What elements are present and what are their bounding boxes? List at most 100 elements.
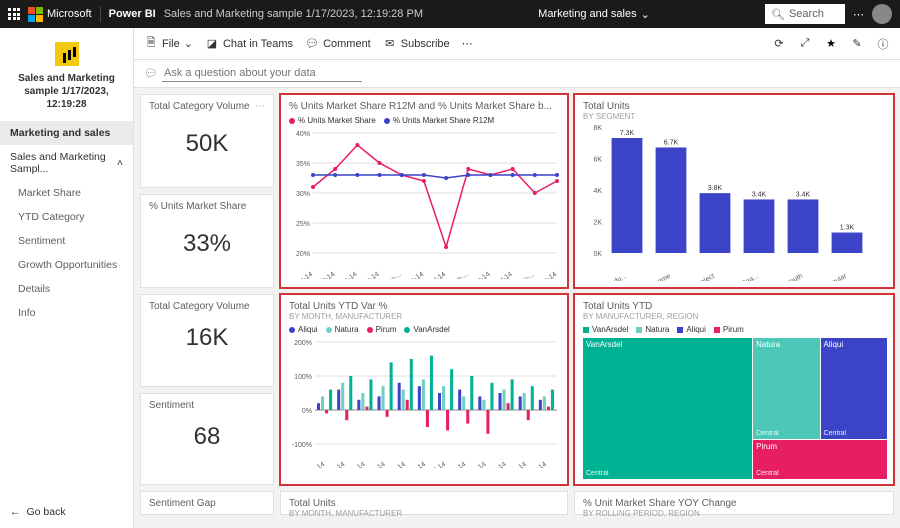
arrow-left-icon: ← — [10, 506, 21, 518]
chevron-up-icon: ˄ — [117, 157, 123, 169]
nav-item-ytd-category[interactable]: YTD Category — [0, 205, 133, 229]
svg-text:Dec-14: Dec-14 — [526, 461, 549, 468]
refresh-icon[interactable]: ⟳ — [772, 37, 786, 51]
svg-text:Feb-14: Feb-14 — [314, 271, 336, 279]
global-header: Microsoft Power BI Sales and Marketing s… — [0, 0, 900, 28]
subscribe-button[interactable]: ✉︎Subscribe — [383, 37, 450, 51]
nav-group[interactable]: Sales and Marketing Sampl... ˄ — [0, 145, 133, 181]
avatar[interactable] — [872, 4, 892, 24]
nav-item-market-share[interactable]: Market Share — [0, 181, 133, 205]
svg-text:Dec-14: Dec-14 — [536, 271, 559, 279]
kpi-value: 68 — [149, 411, 265, 461]
more-button[interactable]: ⋯ — [853, 8, 864, 21]
nav-item-growth[interactable]: Growth Opportunities — [0, 253, 133, 277]
qna-bar: 💬︎ — [134, 60, 900, 88]
workspace-name: Sales and Marketing sample 1/17/2023, 12… — [0, 72, 133, 121]
file-menu[interactable]: 🗎File⌄ — [144, 37, 193, 51]
tile-market-share-line[interactable]: % Units Market Share R12M and % Units Ma… — [280, 94, 568, 288]
comment-button[interactable]: 💬︎Comment — [305, 37, 371, 51]
go-back-button[interactable]: ← Go back — [0, 496, 133, 528]
svg-text:Apr-14: Apr-14 — [359, 271, 380, 279]
page-dropdown[interactable]: Marketing and sales ⌄ — [538, 8, 650, 21]
fullscreen-icon[interactable]: ⤢ — [798, 37, 812, 51]
tile-sentiment-gap[interactable]: Sentiment Gap — [140, 491, 274, 515]
nav-item-active[interactable]: Marketing and sales — [0, 121, 133, 145]
mail-icon: ✉︎ — [383, 37, 397, 51]
svg-text:200%: 200% — [294, 340, 312, 347]
svg-text:May-...: May-... — [381, 271, 403, 279]
svg-text:Jan-14: Jan-14 — [293, 271, 315, 279]
tile-more-icon[interactable]: ⋯ — [255, 101, 265, 112]
treemap-chart: VanArsdelCentral NaturaCentral AliquiCen… — [583, 338, 885, 478]
chat-teams-button[interactable]: ◪Chat in Teams — [205, 37, 293, 51]
bar-chart: 0K2K4K6K8K7.3KProdu...6.7KExtreme3.8KSel… — [583, 121, 873, 281]
comment-icon: 💬︎ — [305, 37, 319, 51]
tile-total-units-bar[interactable]: Total Units BY SEGMENT 0K2K4K6K8K7.3KPro… — [574, 94, 894, 288]
qna-input[interactable] — [162, 65, 362, 82]
svg-text:All Sea...: All Sea... — [732, 273, 760, 281]
nav-item-details[interactable]: Details — [0, 277, 133, 301]
svg-text:Sep-14: Sep-14 — [469, 271, 492, 279]
microsoft-logo: Microsoft — [28, 7, 92, 22]
main-area: 🗎File⌄ ◪Chat in Teams 💬︎Comment ✉︎Subscr… — [134, 28, 900, 528]
left-nav: Sales and Marketing sample 1/17/2023, 12… — [0, 28, 134, 528]
svg-text:Feb-14: Feb-14 — [324, 461, 346, 468]
kpi-value: 50K — [149, 112, 265, 172]
more-button[interactable]: ⋯ — [462, 37, 473, 50]
svg-text:6.7K: 6.7K — [664, 139, 679, 146]
svg-text:-100%: -100% — [292, 442, 312, 449]
svg-text:4K: 4K — [593, 188, 602, 195]
svg-text:100%: 100% — [294, 374, 312, 381]
app-name: Power BI — [109, 8, 156, 20]
svg-text:2K: 2K — [593, 220, 602, 227]
svg-text:0K: 0K — [593, 251, 602, 258]
tile-yoy-change[interactable]: % Unit Market Share YOY Change BY ROLLIN… — [574, 491, 894, 515]
document-title: Sales and Marketing sample 1/17/2023, 12… — [164, 8, 423, 20]
qna-icon: 💬︎ — [144, 67, 158, 81]
svg-text:May-14: May-14 — [384, 461, 407, 468]
svg-text:Apr-14: Apr-14 — [366, 461, 387, 468]
svg-text:Aug-14: Aug-14 — [445, 461, 468, 468]
svg-text:Select: Select — [696, 273, 716, 281]
info-icon[interactable]: ⓘ — [876, 37, 890, 51]
svg-text:25%: 25% — [296, 221, 310, 228]
brand-label: Microsoft — [47, 8, 92, 20]
search-input[interactable]: 🔍︎ Search — [765, 4, 845, 24]
svg-text:Produ...: Produ... — [603, 273, 628, 281]
star-icon[interactable]: ★ — [824, 37, 838, 51]
svg-text:Mar-14: Mar-14 — [336, 271, 358, 279]
tile-units-market-share[interactable]: % Units Market Share 33% — [140, 194, 274, 288]
tile-treemap[interactable]: Total Units YTD BY MANUFACTURER, REGION … — [574, 294, 894, 485]
chevron-down-icon: ⌄ — [184, 37, 193, 50]
file-icon: 🗎 — [144, 37, 158, 51]
app-launcher-icon[interactable] — [8, 8, 20, 20]
svg-text:8K: 8K — [593, 125, 602, 132]
svg-text:35%: 35% — [296, 161, 310, 168]
tile-total-category-volume-2[interactable]: Total Category Volume 16K — [140, 294, 274, 387]
tile-var-chart[interactable]: Total Units YTD Var % BY MONTH, MANUFACT… — [280, 294, 568, 485]
svg-text:7.3K: 7.3K — [620, 130, 635, 137]
svg-text:Nov-...: Nov-... — [515, 271, 536, 279]
dashboard-canvas: Total Category Volume ⋯ 50K % Units Mark… — [134, 88, 900, 528]
legend: VanArsdel Natura Aliqui Pirum — [583, 325, 885, 334]
svg-text:Sep-14: Sep-14 — [465, 461, 488, 468]
search-icon: 🔍︎ — [771, 8, 785, 21]
svg-text:Jul-14: Jul-14 — [428, 271, 448, 279]
edit-icon[interactable]: ✎ — [850, 37, 864, 51]
svg-text:3.8K: 3.8K — [708, 185, 723, 192]
svg-text:1.3K: 1.3K — [840, 225, 855, 232]
teams-icon: ◪ — [205, 37, 219, 51]
svg-text:3.4K: 3.4K — [796, 191, 811, 198]
tile-sentiment[interactable]: Sentiment 68 — [140, 393, 274, 486]
svg-text:Aug-...: Aug-... — [449, 271, 470, 279]
svg-text:Youth: Youth — [785, 273, 804, 281]
svg-text:0%: 0% — [302, 408, 312, 415]
tile-total-category-volume[interactable]: Total Category Volume ⋯ 50K — [140, 94, 274, 188]
line-chart: 20%25%30%35%40%Jan-14Feb-14Mar-14Apr-14M… — [289, 129, 561, 279]
tile-total-units-2[interactable]: Total Units BY MONTH, MANUFACTURER — [280, 491, 568, 515]
nav-item-info[interactable]: Info — [0, 301, 133, 325]
nav-item-sentiment[interactable]: Sentiment — [0, 229, 133, 253]
svg-text:Jul-14: Jul-14 — [428, 461, 448, 468]
svg-text:Jun-14: Jun-14 — [406, 461, 428, 468]
svg-text:Jan-14: Jan-14 — [305, 461, 327, 468]
